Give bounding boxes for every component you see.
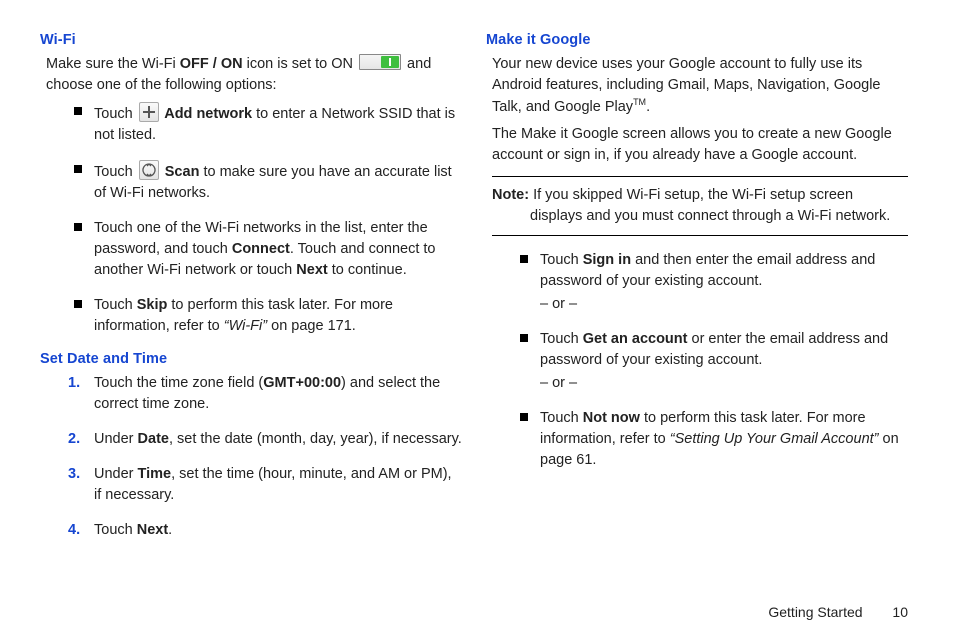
step-item: Under Date, set the date (month, day, ye… (68, 429, 462, 450)
right-column: Make it Google Your new device uses your… (492, 32, 908, 555)
step-item: Under Time, set the time (hour, minute, … (68, 464, 462, 506)
date-steps: Touch the time zone field (GMT+00:00) an… (46, 373, 462, 541)
list-item: Touch Sign in and then enter the email a… (520, 250, 908, 315)
trademark: TM (633, 97, 646, 107)
google-p1: Your new device uses your Google account… (492, 54, 908, 118)
text: . (168, 522, 172, 538)
text: Touch (94, 297, 137, 313)
left-column: Wi-Fi Make sure the Wi-Fi OFF / ON icon … (46, 32, 462, 555)
heading-wifi: Wi-Fi (40, 32, 462, 48)
text: , set the date (month, day, year), if ne… (169, 431, 462, 447)
page: Wi-Fi Make sure the Wi-Fi OFF / ON icon … (0, 0, 954, 636)
heading-google: Make it Google (486, 32, 908, 48)
text-bold: Get an account (583, 331, 688, 347)
or-separator: – or – (540, 294, 908, 315)
cross-reference: “Setting Up Your Gmail Account” (670, 431, 879, 447)
heading-date-time: Set Date and Time (40, 351, 462, 367)
list-item: Touch Get an account or enter the email … (520, 329, 908, 394)
text-bold: Scan (161, 164, 200, 180)
list-item: Touch Skip to perform this task later. F… (74, 295, 462, 337)
text-bold: Next (296, 262, 327, 278)
text: Touch the time zone field ( (94, 375, 263, 391)
page-number: 10 (892, 604, 908, 620)
text: on page 171. (267, 318, 356, 334)
text: Your new device uses your Google account… (492, 56, 880, 115)
text-bold: Connect (232, 241, 290, 257)
text-bold: Sign in (583, 252, 631, 268)
list-item: Touch Add network to enter a Network SSI… (74, 102, 462, 146)
text-bold: Add network (161, 106, 252, 122)
text-bold: Date (138, 431, 169, 447)
plus-icon (139, 102, 159, 122)
text: Touch (540, 331, 583, 347)
text: Under (94, 431, 138, 447)
step-item: Touch Next. (68, 520, 462, 541)
list-item: Touch Scan to make sure you have an accu… (74, 160, 462, 204)
text: Under (94, 466, 138, 482)
text: Touch (94, 106, 137, 122)
scan-icon (139, 160, 159, 180)
text: Touch (540, 252, 583, 268)
text-bold: Not now (583, 410, 640, 426)
text: icon is set to ON (243, 56, 357, 72)
text: to continue. (328, 262, 407, 278)
columns: Wi-Fi Make sure the Wi-Fi OFF / ON icon … (46, 32, 908, 555)
wifi-list: Touch Add network to enter a Network SSI… (46, 102, 462, 337)
cross-reference: “Wi-Fi” (224, 318, 267, 334)
google-list: Touch Sign in and then enter the email a… (492, 250, 908, 471)
text-bold: GMT+00:00 (263, 375, 341, 391)
note-text: Note: If you skipped Wi-Fi setup, the Wi… (492, 185, 908, 227)
text: If you skipped Wi-Fi setup, the Wi-Fi se… (529, 187, 890, 224)
note-block: Note: If you skipped Wi-Fi setup, the Wi… (492, 176, 908, 236)
note-label: Note: (492, 187, 529, 203)
list-item: Touch one of the Wi-Fi networks in the l… (74, 218, 462, 281)
page-footer: Getting Started 10 (768, 604, 908, 620)
text: Touch (94, 164, 137, 180)
text: Make sure the Wi-Fi (46, 56, 180, 72)
step-item: Touch the time zone field (GMT+00:00) an… (68, 373, 462, 415)
text-bold: Skip (137, 297, 168, 313)
text-bold: OFF / ON (180, 56, 243, 72)
text: Touch (540, 410, 583, 426)
google-p2: The Make it Google screen allows you to … (492, 124, 908, 166)
wifi-intro: Make sure the Wi-Fi OFF / ON icon is set… (46, 54, 462, 96)
switch-on-icon (359, 54, 401, 70)
text: Touch (94, 522, 137, 538)
list-item: Touch Not now to perform this task later… (520, 408, 908, 471)
text-bold: Next (137, 522, 168, 538)
text-bold: Time (138, 466, 172, 482)
or-separator: – or – (540, 373, 908, 394)
footer-section: Getting Started (768, 604, 862, 620)
text: . (646, 99, 650, 115)
